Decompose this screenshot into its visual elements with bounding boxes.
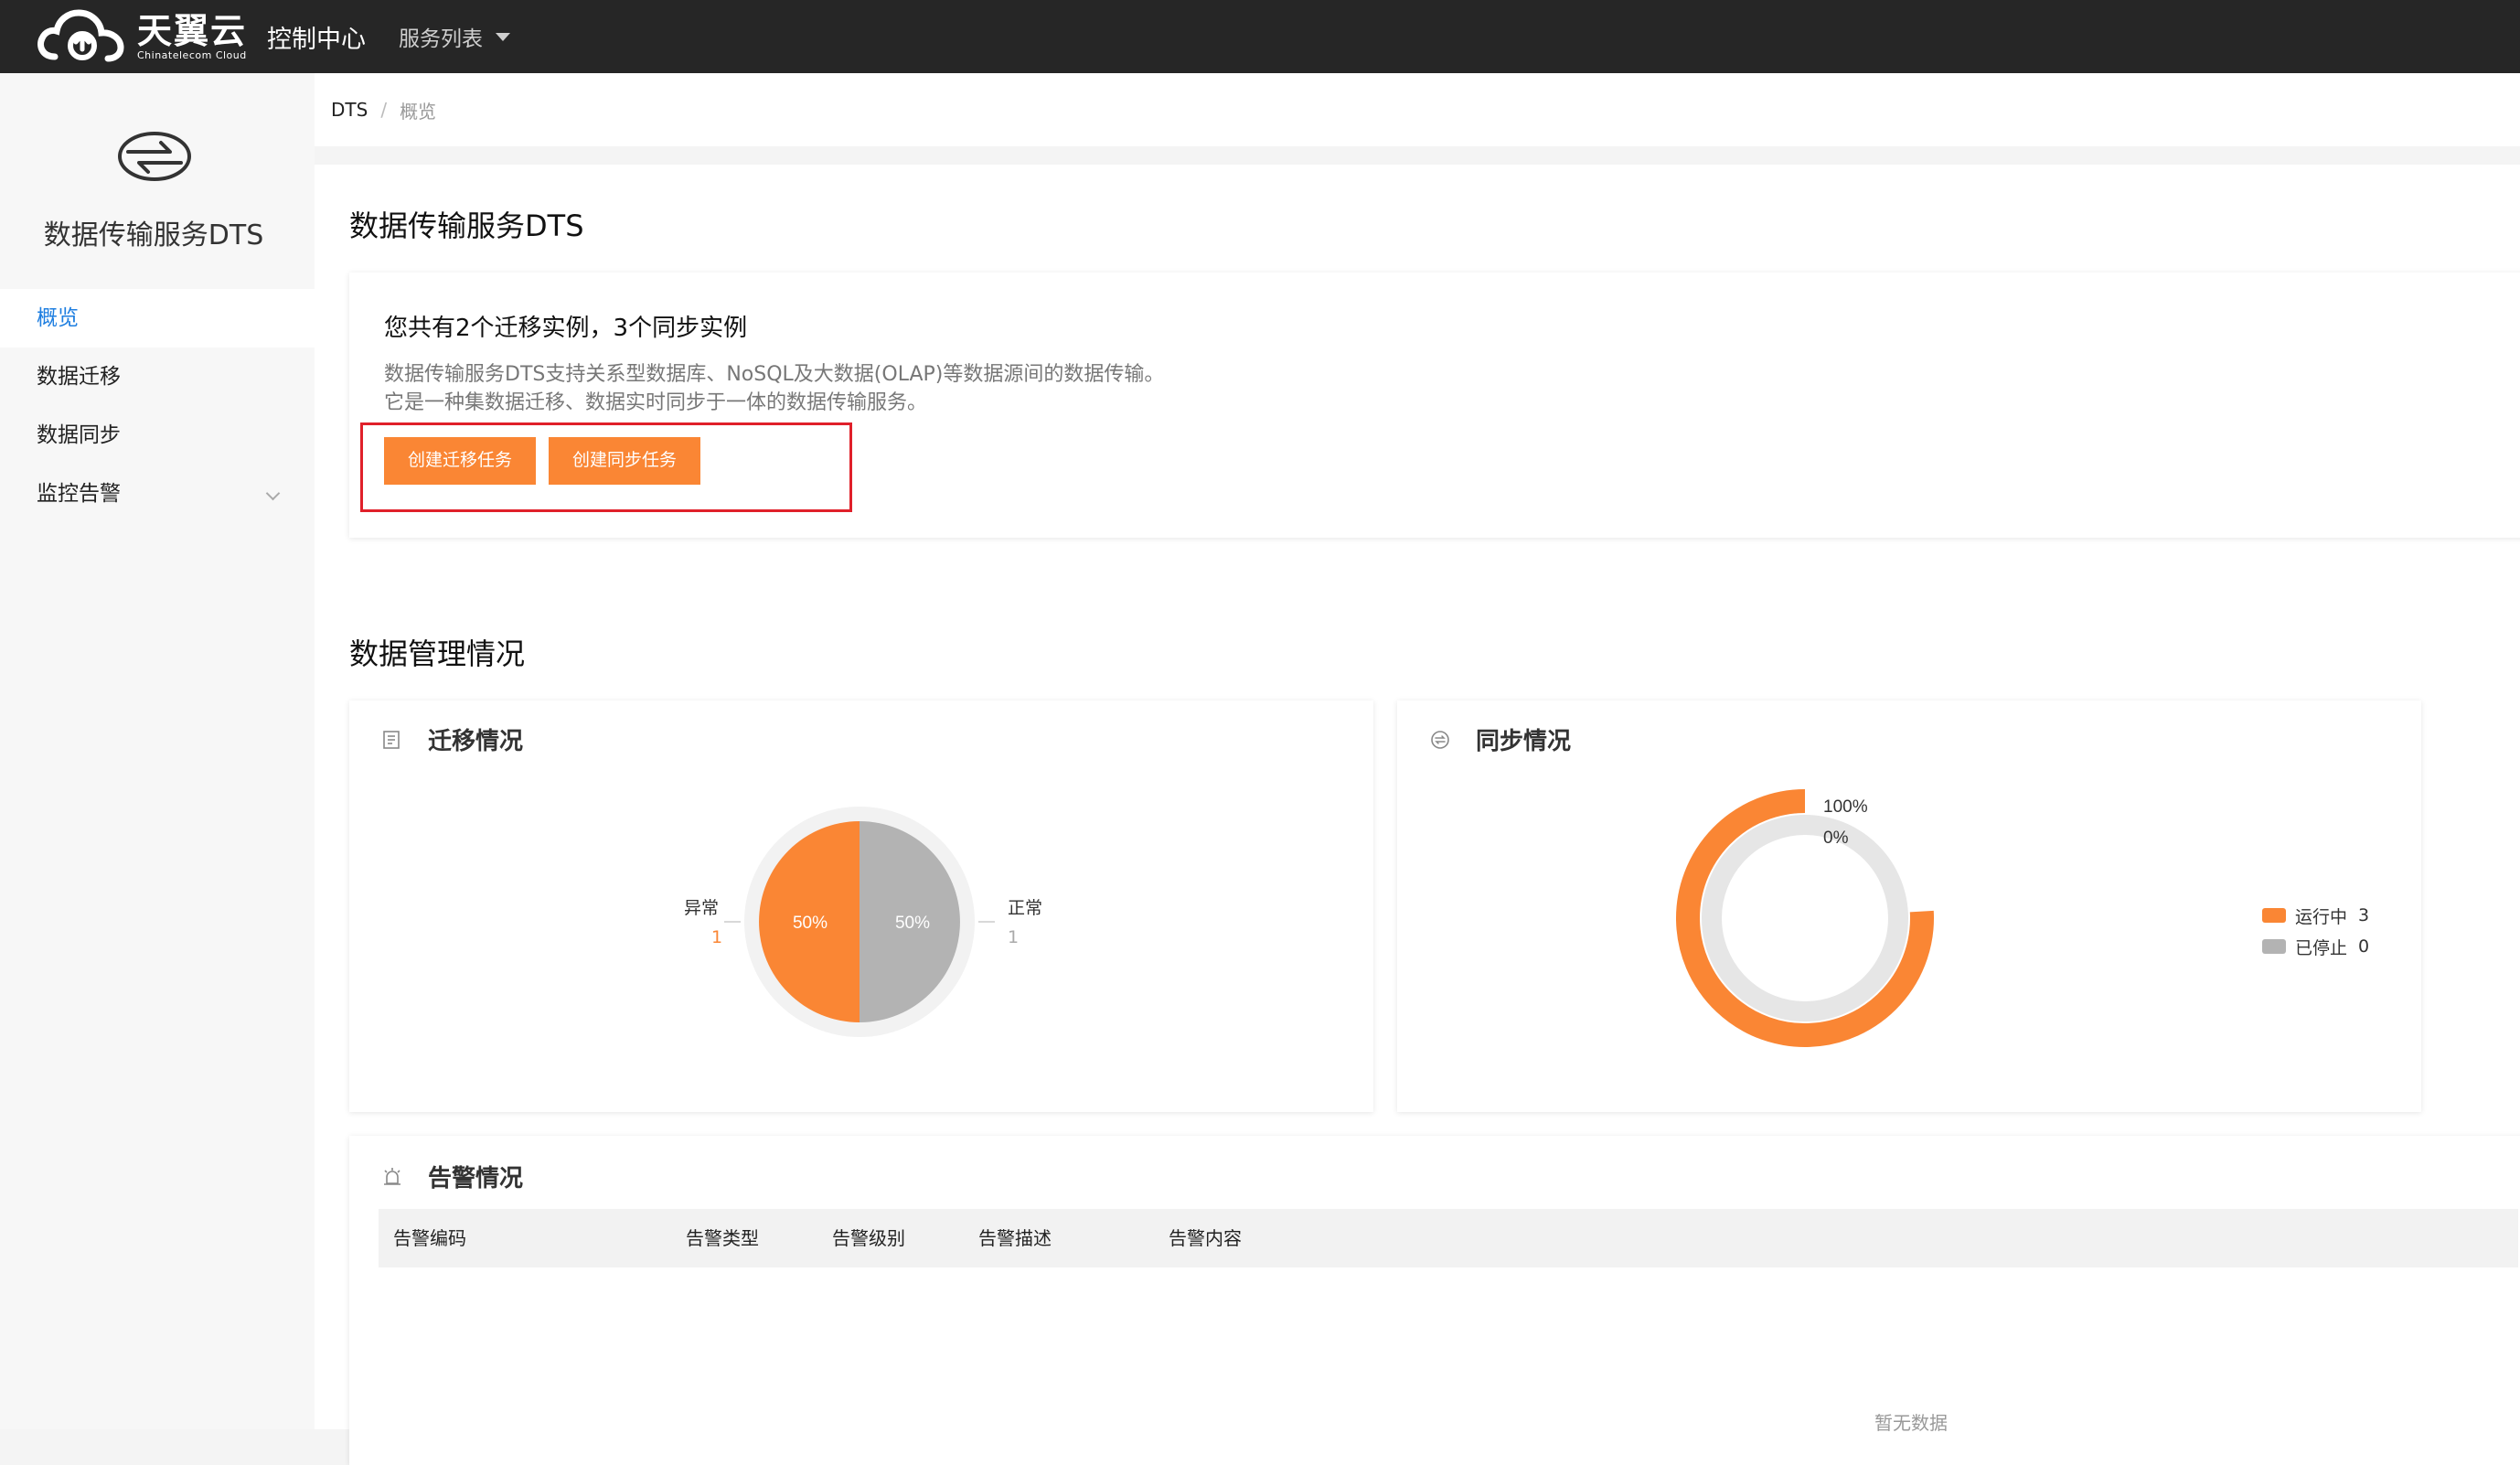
abnormal-count-value: 1 — [711, 927, 723, 947]
sync-status-panel: 同步情况 100% 0% 运行中 3 已停止 0 — [1397, 700, 2421, 1112]
alert-table-header: 告警编码 告警类型 告警级别 告警描述 告警内容 — [379, 1209, 2518, 1267]
legend-swatch-grey — [2262, 939, 2286, 954]
donut-track-stopped[interactable] — [1702, 815, 1908, 1021]
migration-status-panel: 迁移情况 50% 50% 异常 1 正常 1 — [349, 700, 1373, 1112]
create-sync-task-button[interactable]: 创建同步任务 — [549, 437, 700, 485]
column-header-alert-code[interactable]: 告警编码 — [393, 1209, 466, 1267]
breadcrumb: DTS / 概览 — [315, 73, 2520, 146]
console-title-link[interactable]: 控制中心 — [267, 19, 366, 55]
breadcrumb-current: 概览 — [400, 100, 437, 123]
sidebar-item-label: 监控告警 — [37, 482, 121, 506]
sidebar-item-monitoring-alerts[interactable]: 监控告警 — [0, 465, 315, 523]
sidebar-item-data-migration[interactable]: 数据迁移 — [0, 348, 315, 406]
normal-percent-label: 50% — [895, 914, 930, 933]
breadcrumb-root-link[interactable]: DTS — [331, 99, 368, 121]
column-header-alert-content[interactable]: 告警内容 — [1169, 1209, 1242, 1267]
normal-count-value: 1 — [1008, 927, 1020, 947]
logo-english-text: Chinatelecom Cloud — [137, 48, 247, 61]
legend-value-running: 3 — [2358, 905, 2370, 925]
brand-logo[interactable]: 天翼云 Chinatelecom Cloud — [35, 5, 247, 68]
legend-label-running: 运行中 — [2295, 906, 2348, 927]
alert-status-panel: 告警情况 告警编码 告警类型 告警级别 告警描述 告警内容 暂无数据 — [349, 1136, 2520, 1465]
caret-down-icon — [496, 32, 511, 41]
column-header-alert-type[interactable]: 告警类型 — [686, 1209, 759, 1267]
legend-swatch-orange — [2262, 908, 2286, 923]
instance-summary: 您共有2个迁移实例，3个同步实例 — [384, 315, 748, 342]
sidebar-item-overview[interactable]: 概览 — [0, 289, 315, 348]
donut-inner-percent: 0% — [1823, 829, 1849, 848]
section-title-data-management: 数据管理情况 — [349, 636, 526, 671]
sidebar-product-title: 数据传输服务DTS — [43, 219, 264, 251]
service-list-label: 服务列表 — [399, 27, 484, 51]
legend-item-stopped[interactable]: 已停止 0 — [2262, 931, 2369, 962]
alarm-bell-icon — [384, 1167, 400, 1185]
column-header-alert-description[interactable]: 告警描述 — [978, 1209, 1052, 1267]
legend-value-stopped: 0 — [2358, 936, 2370, 957]
sidebar-menu: 概览 数据迁移 数据同步 监控告警 — [0, 289, 315, 523]
logo-chinese-text: 天翼云 — [137, 10, 248, 51]
service-list-dropdown[interactable]: 服务列表 — [399, 21, 511, 52]
main-content: 数据传输服务DTS 您共有2个迁移实例，3个同步实例 数据传输服务DTS支持关系… — [315, 165, 2520, 1465]
page-title: 数据传输服务DTS — [349, 209, 584, 243]
alert-panel-title: 告警情况 — [428, 1165, 524, 1192]
dts-product-icon — [118, 132, 191, 181]
column-header-alert-level[interactable]: 告警级别 — [832, 1209, 905, 1267]
intro-card: 您共有2个迁移实例，3个同步实例 数据传输服务DTS支持关系型数据库、NoSQL… — [349, 273, 2520, 538]
chevron-down-icon — [265, 486, 281, 501]
top-navigation-bar: 天翼云 Chinatelecom Cloud 控制中心 服务列表 — [0, 0, 2520, 73]
sidebar-item-data-sync[interactable]: 数据同步 — [0, 406, 315, 465]
migration-pie-chart: 50% 50% — [724, 807, 995, 1037]
abnormal-percent-label: 50% — [793, 914, 828, 933]
sync-legend: 运行中 3 已停止 0 — [2262, 900, 2369, 962]
donut-outer-percent: 100% — [1823, 797, 1868, 817]
create-migration-task-button[interactable]: 创建迁移任务 — [384, 437, 536, 485]
donut-arc-running[interactable] — [1676, 789, 1934, 1047]
legend-item-running[interactable]: 运行中 3 — [2262, 900, 2369, 931]
legend-label-stopped: 已停止 — [2295, 937, 2348, 958]
cloud-logo-icon — [37, 9, 124, 62]
normal-category-label: 正常 — [1008, 898, 1043, 918]
table-empty-state: 暂无数据 — [1874, 1412, 1948, 1434]
service-description: 数据传输服务DTS支持关系型数据库、NoSQL及大数据(OLAP)等数据源间的数… — [384, 363, 1165, 414]
alert-panel-header: 告警情况 — [382, 1160, 523, 1193]
breadcrumb-separator: / — [380, 99, 388, 121]
sidebar: 数据传输服务DTS 概览 数据迁移 数据同步 监控告警 — [0, 73, 315, 1429]
abnormal-category-label: 异常 — [684, 898, 720, 918]
